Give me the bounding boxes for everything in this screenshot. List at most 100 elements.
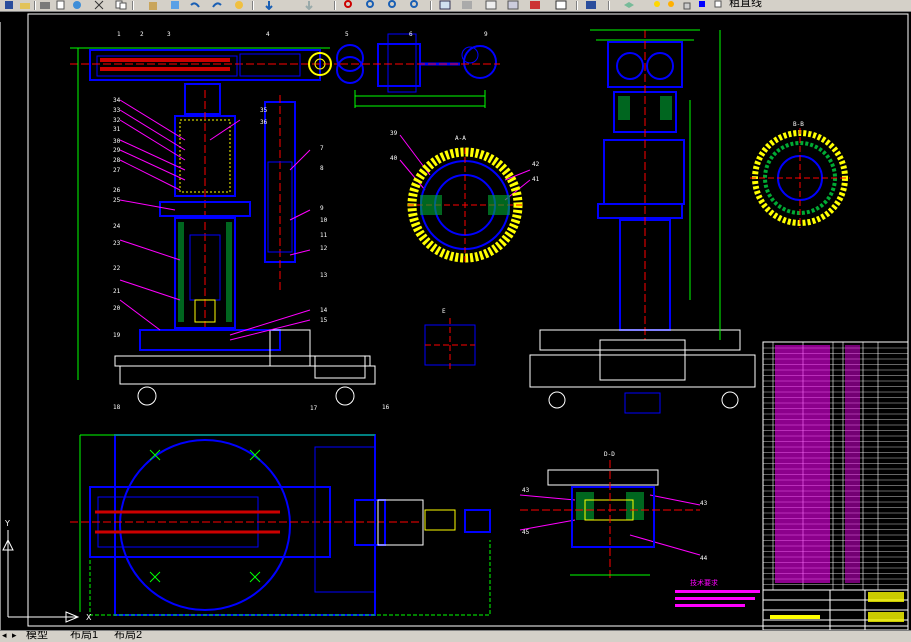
match-icon[interactable] bbox=[168, 0, 182, 10]
ucs-x-label: X bbox=[86, 613, 92, 622]
copy-icon[interactable] bbox=[114, 0, 128, 10]
balloon-40: 40 bbox=[390, 155, 398, 162]
ucs-icon: Y X bbox=[2, 519, 92, 623]
balloon-4: 4 bbox=[266, 31, 270, 38]
balloon-33: 33 bbox=[113, 107, 121, 114]
balloon-8: 8 bbox=[320, 165, 324, 172]
preview-icon[interactable] bbox=[54, 0, 68, 10]
toolpalette-icon[interactable] bbox=[408, 0, 422, 10]
balloon-1: 1 bbox=[117, 31, 121, 38]
print-icon[interactable] bbox=[38, 0, 52, 10]
save-icon[interactable] bbox=[2, 0, 16, 10]
balloon-7: 7 bbox=[320, 145, 324, 152]
top-view-assembly bbox=[70, 434, 491, 616]
publish-icon[interactable] bbox=[70, 0, 84, 10]
tab-nav-prev-icon[interactable]: ▸ bbox=[12, 631, 17, 641]
balloon-3: 3 bbox=[167, 31, 171, 38]
balloon-23: 23 bbox=[113, 240, 121, 247]
balloon-44: 44 bbox=[700, 555, 708, 562]
drawing-canvas[interactable]: 34 33 32 31 30 29 28 27 26 25 24 23 22 2… bbox=[0, 12, 911, 630]
cut-icon[interactable] bbox=[92, 0, 106, 10]
side-view-assembly bbox=[529, 29, 756, 414]
balloon-19: 19 bbox=[113, 332, 121, 339]
balloon-27: 27 bbox=[113, 167, 121, 174]
balloon-29: 29 bbox=[113, 147, 121, 154]
lightbulb-icon[interactable] bbox=[650, 0, 664, 10]
tab-layout2[interactable]: 布局2 bbox=[114, 631, 142, 642]
layer-manager-icon[interactable] bbox=[622, 0, 636, 10]
properties-icon[interactable] bbox=[364, 0, 378, 10]
view-label-bb: B-B bbox=[793, 121, 804, 128]
balloon-9: 9 bbox=[484, 31, 488, 38]
balloon-25: 25 bbox=[113, 197, 121, 204]
balloon-35: 35 bbox=[260, 107, 268, 114]
layout-tabs: ◂ ▸ 模型 布局1 布局2 bbox=[0, 630, 911, 642]
designcenter-icon[interactable] bbox=[386, 0, 400, 10]
balloon-5: 5 bbox=[345, 31, 349, 38]
balloon-17: 17 bbox=[310, 405, 318, 412]
balloon-20: 20 bbox=[113, 305, 121, 312]
balloon-42: 42 bbox=[532, 161, 540, 168]
front-view-assembly bbox=[70, 33, 500, 406]
calc-icon[interactable] bbox=[484, 0, 498, 10]
balloon-43-left: 43 bbox=[522, 487, 530, 494]
balloon-18: 18 bbox=[113, 404, 121, 411]
layer-name[interactable]: 粗直线 bbox=[729, 0, 762, 10]
balloon-9b: 9 bbox=[320, 205, 324, 212]
pan-icon[interactable] bbox=[232, 0, 246, 10]
lock-icon[interactable] bbox=[680, 0, 694, 10]
view-label-dd: D-D bbox=[604, 451, 615, 458]
redo-icon[interactable] bbox=[210, 0, 224, 10]
balloon-22: 22 bbox=[113, 265, 121, 272]
sun-icon[interactable] bbox=[664, 0, 678, 10]
paste-icon[interactable] bbox=[146, 0, 160, 10]
balloon-34: 34 bbox=[113, 97, 121, 104]
table-icon[interactable] bbox=[528, 0, 542, 10]
undo-icon[interactable] bbox=[188, 0, 202, 10]
grid-icon[interactable] bbox=[554, 0, 568, 10]
tab-nav-first-icon[interactable]: ◂ bbox=[2, 631, 7, 641]
balloon-36: 36 bbox=[260, 119, 268, 126]
zoom-window-icon[interactable] bbox=[302, 0, 316, 10]
balloon-45: 45 bbox=[522, 529, 530, 536]
parts-list-table bbox=[762, 341, 909, 630]
markup-icon[interactable] bbox=[460, 0, 474, 10]
ucs-y-label: Y bbox=[4, 519, 10, 528]
section-dd: D-D bbox=[520, 451, 700, 580]
balloon-31: 31 bbox=[113, 126, 121, 133]
section-bb: B-B bbox=[750, 121, 850, 228]
balloon-14: 14 bbox=[320, 307, 328, 314]
balloon-21: 21 bbox=[113, 288, 121, 295]
balloon-30: 30 bbox=[113, 138, 121, 145]
balloon-43: 43 bbox=[700, 500, 708, 507]
tab-layout1[interactable]: 布局1 bbox=[70, 631, 98, 642]
balloon-41: 41 bbox=[532, 176, 540, 183]
calc-icon-2[interactable] bbox=[506, 0, 520, 10]
balloon-12: 12 bbox=[320, 245, 328, 252]
open-icon[interactable] bbox=[18, 0, 32, 10]
tech-requirements: 技术要求 bbox=[675, 578, 760, 607]
color-square-icon[interactable] bbox=[696, 0, 710, 10]
detail-e: E bbox=[424, 308, 476, 370]
balloon-24: 24 bbox=[113, 223, 121, 230]
balloon-16: 16 bbox=[382, 404, 390, 411]
tab-model[interactable]: 模型 bbox=[26, 631, 48, 642]
balloon-11: 11 bbox=[320, 232, 328, 239]
balloon-32: 32 bbox=[113, 117, 121, 124]
sheetset-icon[interactable] bbox=[438, 0, 452, 10]
zoom-previous-icon[interactable] bbox=[342, 0, 356, 10]
zoom-realtime-icon[interactable] bbox=[262, 0, 276, 10]
tech-requirements-title: 技术要求 bbox=[690, 578, 718, 587]
balloon-10: 10 bbox=[320, 217, 328, 224]
view-label-e: E bbox=[442, 308, 446, 315]
balloon-15: 15 bbox=[320, 317, 328, 324]
balloon-6: 6 bbox=[409, 31, 413, 38]
balloon-28: 28 bbox=[113, 157, 121, 164]
standard-toolbar: 粗直线 bbox=[0, 0, 911, 12]
layer-color-swatch-icon bbox=[712, 0, 726, 10]
balloon-2: 2 bbox=[140, 31, 144, 38]
balloon-39: 39 bbox=[390, 130, 398, 137]
help-icon[interactable] bbox=[584, 0, 598, 10]
view-label-aa: A-A bbox=[455, 135, 466, 142]
balloon-26: 26 bbox=[113, 187, 121, 194]
